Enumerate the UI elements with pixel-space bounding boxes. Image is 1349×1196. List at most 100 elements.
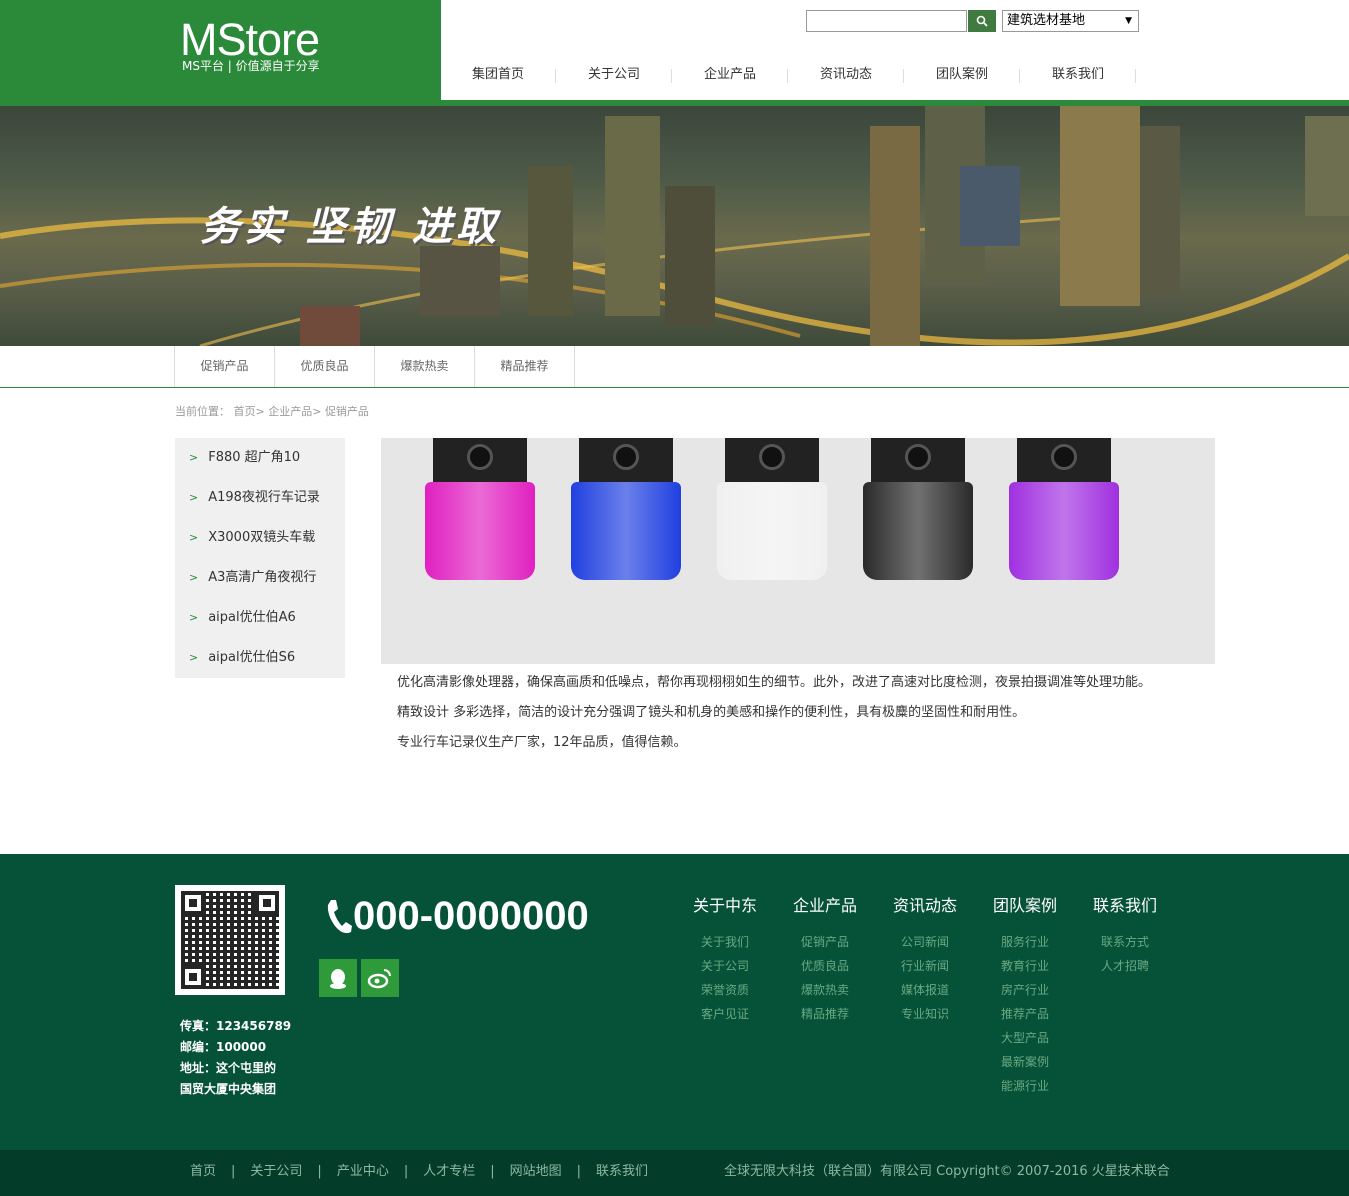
nav-item-contact[interactable]: 联系我们: [1020, 62, 1136, 90]
sidebar-item[interactable]: > F880 超广角10: [175, 438, 345, 478]
link-separator: |: [490, 1164, 495, 1179]
subnav-item-featured[interactable]: 精品推荐: [475, 346, 575, 387]
bottom-link[interactable]: 产业中心: [337, 1150, 389, 1194]
bottom-link[interactable]: 人才专栏: [423, 1150, 475, 1194]
breadcrumb-level2[interactable]: 促销产品: [325, 405, 369, 418]
weibo-button[interactable]: [361, 959, 399, 997]
description-paragraph: 精致设计 多彩选择，简洁的设计充分强调了镜头和机身的美感和操作的便利性，具有极麋…: [397, 705, 1026, 720]
qr-code: [175, 885, 285, 995]
footer-link[interactable]: 专业知识: [875, 1002, 975, 1026]
banner-image: 务实 坚韧 进取: [0, 106, 1349, 346]
link-separator: |: [317, 1164, 322, 1179]
breadcrumb-sep: >: [312, 405, 322, 418]
footer-link[interactable]: 关于公司: [675, 954, 775, 978]
sidebar-item[interactable]: > A3高清广角夜视行: [175, 558, 345, 598]
subnav-item-promo[interactable]: 促销产品: [175, 346, 275, 387]
footer-link[interactable]: 教育行业: [975, 954, 1075, 978]
nav-item-about[interactable]: 关于公司: [556, 62, 672, 90]
footer-column: 联系我们联系方式 人才招聘: [1075, 892, 1175, 1098]
subnav-item-quality[interactable]: 优质良品: [275, 346, 375, 387]
nav-item-home[interactable]: 集团首页: [440, 62, 556, 90]
footer-link[interactable]: 最新案例: [975, 1050, 1075, 1074]
footer-link[interactable]: 公司新闻: [875, 930, 975, 954]
search-input[interactable]: [806, 10, 967, 32]
sidebar-item-label: aipal优仕伯A6: [208, 610, 296, 625]
footer-link[interactable]: 能源行业: [975, 1074, 1075, 1098]
nav-item-cases[interactable]: 团队案例: [904, 62, 1020, 90]
chevron-right-icon: >: [189, 451, 199, 464]
qq-button[interactable]: [319, 959, 357, 997]
weibo-icon: [367, 969, 391, 989]
fax-text: 传真：123456789: [180, 1019, 292, 1033]
address-line: 地址：这个屯里的: [180, 1061, 277, 1075]
chevron-down-icon: ▼: [1125, 16, 1132, 26]
site-select[interactable]: 建筑选材基地 ▼: [1002, 10, 1139, 32]
bottom-links: 首页 | 关于公司 | 产业中心 | 人才专栏 | 网站地图 | 联系我们: [190, 1150, 648, 1194]
footer-link[interactable]: 精品推荐: [775, 1002, 875, 1026]
link-separator: |: [403, 1164, 409, 1179]
sidebar: > F880 超广角10 > A198夜视行车记录 > X3000双镜头车载 > A3高…: [175, 438, 345, 678]
footer-link[interactable]: 荣誉资质: [675, 978, 775, 1002]
footer-column-title[interactable]: 团队案例: [975, 892, 1075, 916]
sidebar-item[interactable]: > A198夜视行车记录: [175, 478, 345, 518]
footer-column-title[interactable]: 关于中东: [675, 892, 775, 916]
breadcrumb: 当前位置： 首页> 企业产品> 促销产品: [175, 403, 369, 419]
breadcrumb-sep: >: [255, 405, 265, 418]
breadcrumb-home[interactable]: 首页: [234, 405, 256, 418]
chevron-right-icon: >: [189, 531, 199, 544]
search-button[interactable]: [968, 10, 996, 32]
sidebar-item[interactable]: > aipal优仕伯A6: [175, 598, 345, 638]
main-nav: 集团首页 关于公司 企业产品 资讯动态 团队案例 联系我们: [440, 62, 1136, 90]
dashcam-product: [571, 438, 681, 584]
footer-link[interactable]: 人才招聘: [1075, 954, 1175, 978]
footer-column-title[interactable]: 资讯动态: [875, 892, 975, 916]
bottom-link[interactable]: 首页: [190, 1150, 216, 1194]
footer-column: 企业产品促销产品 优质良品 爆款热卖 精品推荐: [775, 892, 875, 1098]
footer-link[interactable]: 关于我们: [675, 930, 775, 954]
bottom-link[interactable]: 联系我们: [596, 1150, 648, 1194]
nav-item-products[interactable]: 企业产品: [672, 62, 788, 90]
search-icon: [976, 15, 988, 27]
sidebar-item-label: F880 超广角10: [208, 450, 301, 465]
footer-column-title[interactable]: 联系我们: [1075, 892, 1175, 916]
bottom-link[interactable]: 关于公司: [250, 1150, 302, 1194]
footer-link[interactable]: 爆款热卖: [775, 978, 875, 1002]
footer-link[interactable]: 大型产品: [975, 1026, 1075, 1050]
footer-column: 团队案例服务行业 教育行业 房产行业 推荐产品 大型产品 最新案例 能源行业: [975, 892, 1075, 1098]
footer-link[interactable]: 促销产品: [775, 930, 875, 954]
footer-column-title[interactable]: 企业产品: [775, 892, 875, 916]
sub-nav: 促销产品 优质良品 爆款热卖 精品推荐: [0, 346, 1349, 388]
product-description: 优化高清影像处理器，确保高画质和低噪点，帮你再现栩栩如生的细节。此外，改进了高速…: [381, 668, 1181, 758]
sidebar-item[interactable]: > aipal优仕伯S6: [175, 638, 345, 678]
dashcam-product: [863, 438, 973, 584]
site-select-value: 建筑选材基地: [1007, 13, 1086, 28]
footer-link[interactable]: 房产行业: [975, 978, 1075, 1002]
chevron-right-icon: >: [189, 651, 199, 664]
footer-link[interactable]: 服务行业: [975, 930, 1075, 954]
nav-item-news[interactable]: 资讯动态: [788, 62, 904, 90]
footer-link[interactable]: 联系方式: [1075, 930, 1175, 954]
social-links: [319, 959, 399, 997]
zip-text: 邮编：100000: [180, 1040, 267, 1054]
footer-link[interactable]: 客户见证: [675, 1002, 775, 1026]
footer-column: 资讯动态公司新闻 行业新闻 媒体报道 专业知识: [875, 892, 975, 1098]
footer-link[interactable]: 优质良品: [775, 954, 875, 978]
bottom-bar: 首页 | 关于公司 | 产业中心 | 人才专栏 | 网站地图 | 联系我们 全球无限大科技（联合国）…: [0, 1150, 1349, 1196]
logo[interactable]: MStore MS平台 | 价值源自于分享: [0, 0, 441, 100]
dashcam-product: [717, 438, 827, 584]
sidebar-item-label: aipal优仕伯S6: [208, 650, 296, 665]
chevron-right-icon: >: [189, 491, 199, 504]
breadcrumb-level1[interactable]: 企业产品: [268, 405, 312, 418]
qq-icon: [330, 969, 346, 989]
footer-link[interactable]: 推荐产品: [975, 1002, 1075, 1026]
address-line: 国贸大厦中央集团: [180, 1082, 277, 1096]
sidebar-item[interactable]: > X3000双镜头车载: [175, 518, 345, 558]
hotline: 000-0000000: [323, 894, 589, 939]
footer-link[interactable]: 媒体报道: [875, 978, 975, 1002]
footer-link[interactable]: 行业新闻: [875, 954, 975, 978]
contact-info: 传真：123456789 邮编：100000 地址：这个屯里的 国贸大厦中央集团: [180, 1016, 291, 1100]
footer-link-columns: 关于中东 关于我们 关于公司 荣誉资质 客户见证 企业产品 促销产品 优质良品 爆款热卖 精品推荐…: [675, 892, 1175, 1098]
subnav-item-hot[interactable]: 爆款热卖: [375, 346, 475, 387]
description-paragraph: 优化高清影像处理器，确保高画质和低噪点，帮你再现栩栩如生的细节。此外，改进了高速…: [397, 675, 1152, 690]
bottom-link[interactable]: 网站地图: [510, 1150, 562, 1194]
